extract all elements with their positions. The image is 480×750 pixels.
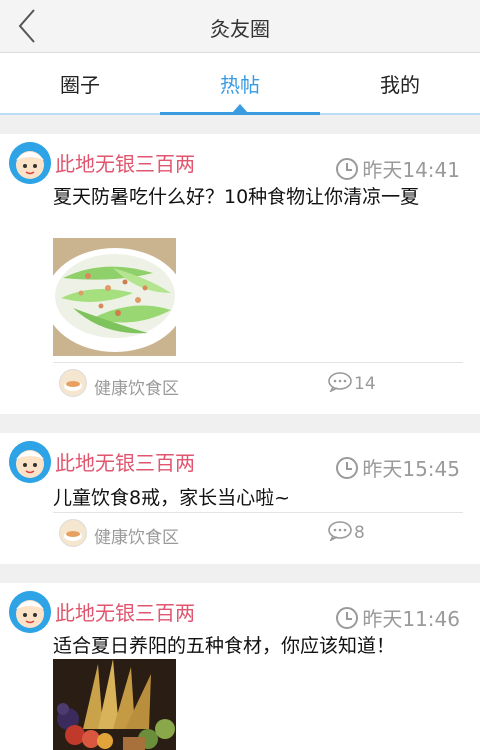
top-bar: 灸友圈 xyxy=(0,0,480,53)
post-time: 昨天11:46 xyxy=(336,603,460,632)
avatar[interactable] xyxy=(9,441,51,483)
author-name[interactable]: 此地无银三百两 xyxy=(55,148,195,177)
section-gap xyxy=(0,564,480,583)
category-icon xyxy=(59,519,87,547)
avatar-icon xyxy=(9,142,51,184)
comment-icon xyxy=(328,372,352,392)
post-image[interactable] xyxy=(53,659,176,750)
section-gap xyxy=(0,115,480,134)
avatar-icon xyxy=(9,591,51,633)
post-time: 昨天14:41 xyxy=(336,154,460,183)
tab-circles[interactable]: 圈子 xyxy=(0,69,160,98)
avatar[interactable] xyxy=(9,142,51,184)
post-title[interactable]: 夏天防暑吃什么好？10种食物让你清凉一夏 xyxy=(53,184,452,211)
divider xyxy=(53,362,463,363)
author-name[interactable]: 此地无银三百两 xyxy=(55,447,195,476)
avatar-icon xyxy=(9,441,51,483)
divider xyxy=(53,512,463,513)
section-gap xyxy=(0,414,480,433)
post-title[interactable]: 儿童饮食8戒，家长当心啦~ xyxy=(53,485,452,512)
active-tab-caret xyxy=(232,104,248,113)
clock-icon xyxy=(336,158,359,180)
category-icon xyxy=(59,369,87,397)
post-image[interactable] xyxy=(53,238,176,356)
clock-icon xyxy=(336,607,359,629)
post-card[interactable]: 此地无银三百两 昨天11:46 适合夏日养阳的五种食材，你应该知道！ xyxy=(0,583,480,750)
avatar[interactable] xyxy=(9,591,51,633)
post-card[interactable]: 此地无银三百两 昨天14:41 夏天防暑吃什么好？10种食物让你清凉一夏 健康饮… xyxy=(0,134,480,414)
category-label[interactable]: 健康饮食区 xyxy=(94,374,179,399)
category-label[interactable]: 健康饮食区 xyxy=(94,523,179,548)
page-title: 灸友圈 xyxy=(210,17,270,41)
comment-icon xyxy=(328,521,352,541)
author-name[interactable]: 此地无银三百两 xyxy=(55,597,195,626)
clock-icon xyxy=(336,457,359,479)
post-title[interactable]: 适合夏日养阳的五种食材，你应该知道！ xyxy=(53,633,452,660)
comment-count: 8 xyxy=(354,523,365,543)
post-card[interactable]: 此地无银三百两 昨天15:45 儿童饮食8戒，家长当心啦~ 健康饮食区 8 xyxy=(0,433,480,564)
comment-count: 14 xyxy=(354,374,376,394)
tab-hot-posts[interactable]: 热帖 xyxy=(160,69,320,98)
post-time: 昨天15:45 xyxy=(336,453,460,482)
tab-mine[interactable]: 我的 xyxy=(320,69,480,98)
